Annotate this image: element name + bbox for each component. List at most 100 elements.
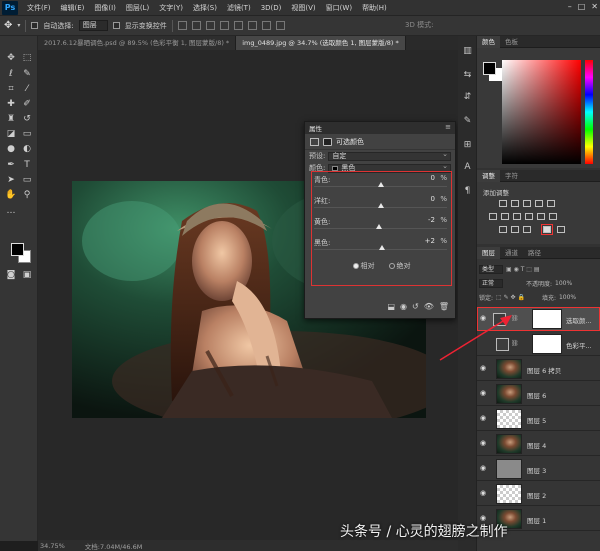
lock-icons[interactable]: ⬚ ✎ ✥ 🔒: [496, 294, 525, 301]
slider-thumb[interactable]: [377, 203, 384, 208]
paragraph-icon[interactable]: ¶: [462, 186, 473, 196]
filter-icons[interactable]: ▣ ◉ T ⬚ ▤: [506, 266, 540, 273]
align-left-icon[interactable]: [219, 21, 229, 30]
eye-icon[interactable]: ◉: [480, 490, 488, 497]
menu-file[interactable]: 文件(F): [22, 3, 56, 13]
menu-edit[interactable]: 编辑(E): [56, 3, 90, 13]
quick-select-icon[interactable]: ✎: [21, 69, 33, 80]
eye-icon[interactable]: ◉: [480, 465, 488, 472]
slider-thumb[interactable]: [376, 224, 383, 229]
slider-thumb[interactable]: [377, 182, 384, 187]
gradient-icon[interactable]: ▭: [21, 129, 33, 140]
layer-color-balance[interactable]: ⛓ 色彩平...: [477, 332, 600, 356]
minimize-icon[interactable]: –: [568, 2, 572, 11]
menu-type[interactable]: 文字(Y): [154, 3, 188, 13]
lasso-icon[interactable]: ℓ: [5, 69, 17, 80]
distribute-icon[interactable]: [261, 21, 271, 30]
link-icon[interactable]: ⛓: [511, 340, 519, 347]
panel-menu-icon[interactable]: ≡: [445, 123, 451, 131]
link-icon[interactable]: ⛓: [511, 315, 519, 322]
healing-icon[interactable]: ✚: [5, 99, 17, 110]
vibrance-icon[interactable]: [547, 200, 555, 207]
layer-filter-dropdown[interactable]: 类型: [479, 265, 504, 274]
move-tool-icon[interactable]: ✥: [4, 20, 12, 31]
threshold-icon[interactable]: [523, 226, 531, 233]
hue-sat-icon[interactable]: [489, 213, 497, 220]
zoom-icon[interactable]: ⚲: [21, 190, 33, 201]
blur-icon[interactable]: ●: [5, 144, 17, 155]
align-right-icon[interactable]: [247, 21, 257, 30]
shape-icon[interactable]: ▭: [21, 175, 33, 186]
tab-paths[interactable]: 路径: [523, 247, 546, 259]
color-balance-icon[interactable]: [501, 213, 509, 220]
tab-color[interactable]: 颜色: [477, 36, 500, 48]
screen-mode-icon[interactable]: ▣: [21, 270, 33, 281]
layer-3[interactable]: ◉ 图层 3: [477, 457, 600, 481]
menu-view[interactable]: 视图(V): [286, 3, 320, 13]
channel-mixer-icon[interactable]: [537, 213, 545, 220]
menu-select[interactable]: 选择(S): [188, 3, 222, 13]
zoom-level[interactable]: 34.75%: [40, 542, 65, 550]
opacity-value[interactable]: 100%: [555, 280, 572, 287]
layer-selective-color[interactable]: ◉ ⛓ 选取颜...: [477, 307, 600, 331]
path-select-icon[interactable]: ➤: [5, 175, 17, 186]
color-lookup-icon[interactable]: [549, 213, 557, 220]
layer-5[interactable]: ◉ 图层 5: [477, 407, 600, 431]
pen-icon[interactable]: ✒: [5, 160, 17, 171]
auto-select-checkbox[interactable]: [31, 22, 39, 29]
distribute-center-icon[interactable]: [275, 21, 285, 30]
menu-window[interactable]: 窗口(W): [321, 3, 357, 13]
tab-document-2[interactable]: img_0489.jpg @ 34.7% (选取颜色 1, 图层蒙版/8) *: [236, 36, 406, 50]
eye-icon[interactable]: ◉: [480, 315, 488, 322]
menu-help[interactable]: 帮助(H): [357, 3, 392, 13]
maximize-icon[interactable]: □: [578, 2, 586, 11]
align-center-icon[interactable]: [233, 21, 243, 30]
foreground-color-swatch[interactable]: [11, 243, 24, 256]
actions-icon[interactable]: ⇆: [462, 70, 473, 80]
menu-filter[interactable]: 滤镜(T): [222, 3, 256, 13]
menu-layer[interactable]: 图层(L): [121, 3, 154, 13]
hand-icon[interactable]: ✋: [5, 190, 17, 201]
black-white-icon[interactable]: [513, 213, 521, 220]
align-top-icon[interactable]: [177, 21, 187, 30]
curves-icon[interactable]: [523, 200, 531, 207]
properties-header[interactable]: 属性 ≡: [305, 122, 455, 134]
crop-icon[interactable]: ⌗: [5, 84, 17, 95]
close-icon[interactable]: ✕: [591, 2, 598, 11]
layer-4[interactable]: ◉ 图层 4: [477, 432, 600, 456]
eraser-icon[interactable]: ◪: [5, 129, 17, 140]
exposure-icon[interactable]: [535, 200, 543, 207]
show-transform-checkbox[interactable]: [112, 22, 120, 29]
photo-filter-icon[interactable]: [525, 213, 533, 220]
posterize-icon[interactable]: [511, 226, 519, 233]
tab-channels[interactable]: 通道: [500, 247, 523, 259]
brush-icon[interactable]: ✐: [21, 99, 33, 110]
slider-value[interactable]: 0: [409, 195, 435, 203]
foreground-color[interactable]: [483, 62, 496, 75]
reset-icon[interactable]: ↺: [412, 302, 419, 314]
blend-mode-dropdown[interactable]: 正常: [479, 279, 504, 288]
swatch-adjust-icon[interactable]: ⇵: [462, 92, 473, 102]
layer-6[interactable]: ◉ 图层 6: [477, 382, 600, 406]
align-bottom-icon[interactable]: [205, 21, 215, 30]
eye-icon[interactable]: ◉: [480, 415, 488, 422]
hue-slider[interactable]: [585, 60, 593, 164]
gradient-map-icon[interactable]: [557, 226, 565, 233]
history-brush-icon[interactable]: ↺: [21, 114, 33, 125]
layer-mask-thumbnail[interactable]: [532, 309, 562, 329]
slider-thumb[interactable]: [378, 245, 385, 250]
eyedropper-icon[interactable]: ⁄: [21, 84, 33, 95]
eye-icon[interactable]: ◉: [480, 440, 488, 447]
eye-icon[interactable]: ◉: [480, 390, 488, 397]
slider-value[interactable]: 0: [409, 174, 435, 182]
menu-image[interactable]: 图像(I): [89, 3, 121, 13]
document-size[interactable]: 文档:7.04M/46.6M: [85, 541, 143, 551]
method-relative-radio[interactable]: 相对: [352, 261, 375, 271]
levels-icon[interactable]: [511, 200, 519, 207]
tab-layers[interactable]: 图层: [477, 247, 500, 259]
brush-settings-icon[interactable]: ✎: [462, 116, 473, 126]
invert-icon[interactable]: [499, 226, 507, 233]
eye-icon[interactable]: ◉: [480, 365, 488, 372]
trash-icon[interactable]: 🗑: [439, 302, 449, 314]
preset-dropdown[interactable]: 自定: [328, 151, 451, 161]
